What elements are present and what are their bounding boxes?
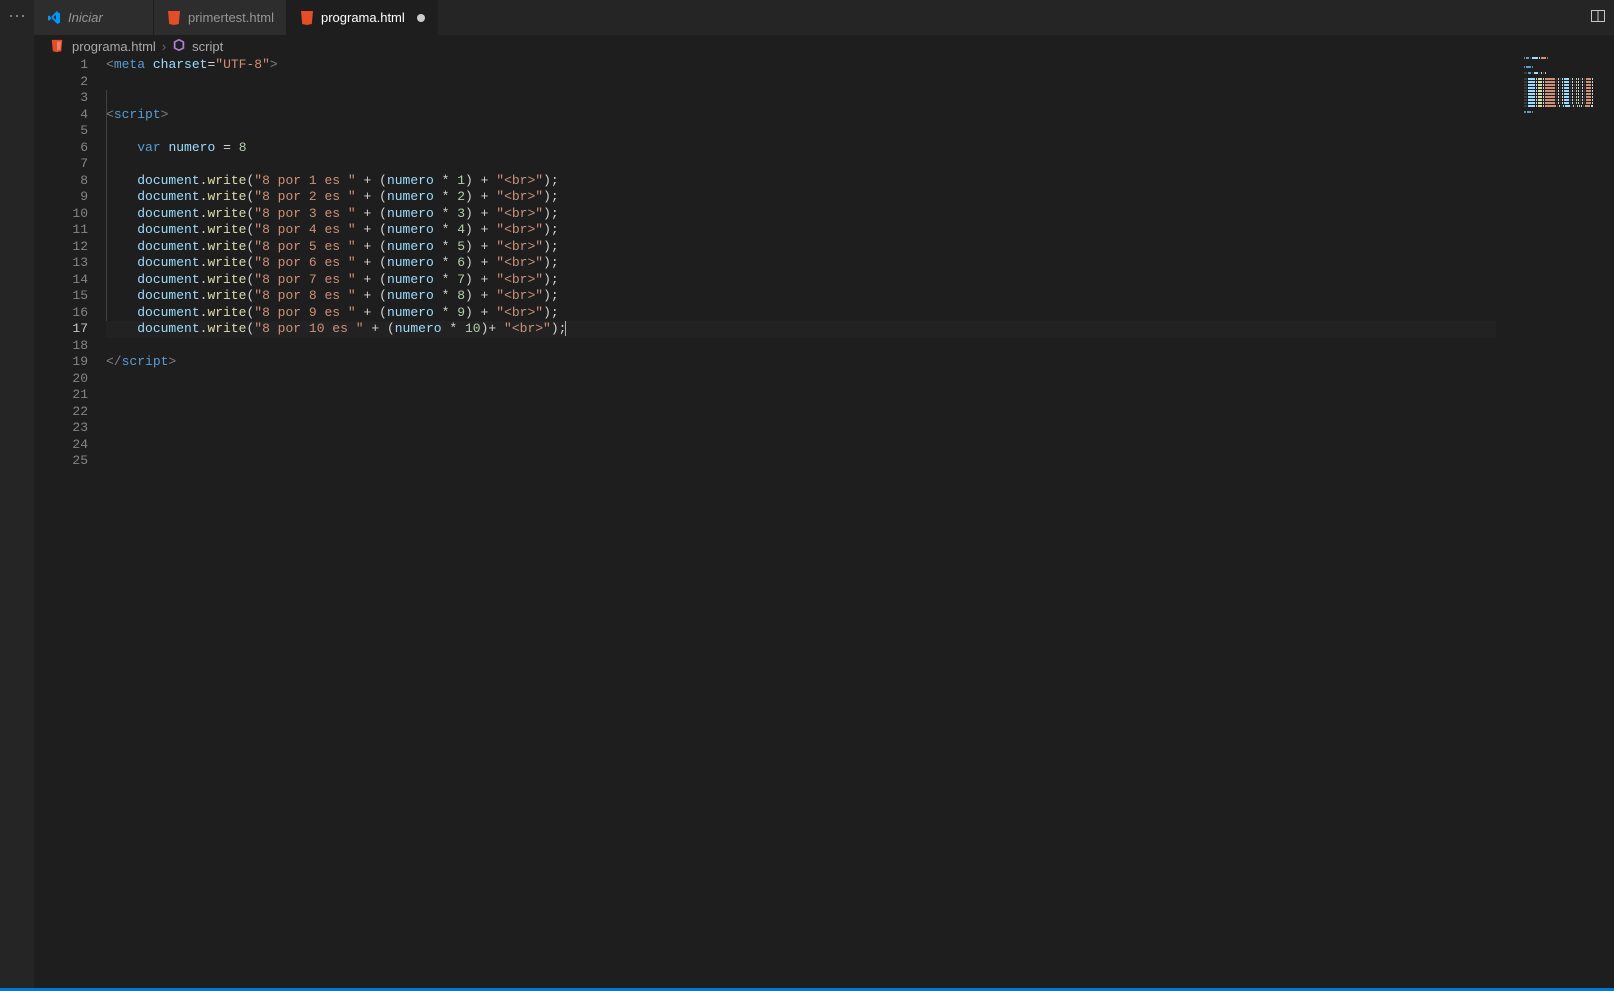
line-number: 19 [34, 354, 88, 371]
breadcrumb-file[interactable]: programa.html [72, 39, 156, 54]
line-number: 25 [34, 453, 88, 470]
tab-bar: Iniciar primertest.html programa.html [34, 0, 1614, 35]
line-number: 10 [34, 206, 88, 223]
html-file-icon [166, 10, 182, 26]
line-number-gutter: 1234567891011121314151617181920212223242… [34, 57, 106, 988]
line-number: 9 [34, 189, 88, 206]
code-line[interactable] [106, 437, 1496, 454]
code-line[interactable]: document.write("8 por 6 es " + (numero *… [106, 255, 1496, 272]
code-line[interactable] [106, 74, 1496, 91]
line-number: 18 [34, 338, 88, 355]
line-number: 11 [34, 222, 88, 239]
line-number: 16 [34, 305, 88, 322]
chevron-right-icon: › [162, 39, 166, 54]
dirty-indicator-icon [417, 14, 425, 22]
tab-actions [1582, 0, 1614, 35]
code-line[interactable] [106, 453, 1496, 470]
code-line[interactable]: document.write("8 por 7 es " + (numero *… [106, 272, 1496, 289]
breadcrumbs[interactable]: programa.html › script [34, 35, 1614, 57]
vertical-scrollbar[interactable] [1600, 57, 1614, 988]
line-number: 6 [34, 140, 88, 157]
tab-label: programa.html [321, 10, 405, 25]
code-line[interactable]: document.write("8 por 8 es " + (numero *… [106, 288, 1496, 305]
editor-group: Iniciar primertest.html programa.html prog… [34, 0, 1614, 988]
line-number: 13 [34, 255, 88, 272]
code-line[interactable] [106, 371, 1496, 388]
code-line[interactable] [106, 420, 1496, 437]
line-number: 24 [34, 437, 88, 454]
line-number: 2 [34, 74, 88, 91]
line-number: 1 [34, 57, 88, 74]
html-file-icon [50, 38, 66, 54]
code-editor[interactable]: 1234567891011121314151617181920212223242… [34, 57, 1614, 988]
code-line[interactable]: var numero = 8 [106, 140, 1496, 157]
code-content[interactable]: <meta charset="UTF-8"> <script> var numer… [106, 57, 1510, 988]
line-number: 14 [34, 272, 88, 289]
line-number: 12 [34, 239, 88, 256]
html-file-icon [299, 10, 315, 26]
code-line[interactable]: document.write("8 por 5 es " + (numero *… [106, 239, 1496, 256]
code-line[interactable]: document.write("8 por 10 es " + (numero … [106, 321, 1496, 338]
code-line[interactable] [106, 123, 1496, 140]
line-number: 3 [34, 90, 88, 107]
line-number: 21 [34, 387, 88, 404]
tab-label: Iniciar [68, 10, 103, 25]
line-number: 4 [34, 107, 88, 124]
line-number: 23 [34, 420, 88, 437]
text-cursor [565, 321, 566, 336]
code-line[interactable] [106, 404, 1496, 421]
code-line[interactable]: document.write("8 por 9 es " + (numero *… [106, 305, 1496, 322]
line-number: 22 [34, 404, 88, 421]
line-number: 15 [34, 288, 88, 305]
code-line[interactable] [106, 387, 1496, 404]
split-editor-icon[interactable] [1590, 8, 1606, 27]
code-line[interactable]: document.write("8 por 1 es " + (numero *… [106, 173, 1496, 190]
line-number: 17 [34, 321, 88, 338]
code-line[interactable] [106, 90, 1496, 107]
code-line[interactable] [106, 156, 1496, 173]
vscode-icon [46, 10, 62, 26]
tab-iniciar[interactable]: Iniciar [34, 0, 154, 35]
code-line[interactable]: document.write("8 por 2 es " + (numero *… [106, 189, 1496, 206]
breadcrumb-symbol[interactable]: script [192, 39, 223, 54]
more-icon[interactable]: ⋯ [8, 6, 26, 27]
code-line[interactable] [106, 338, 1496, 355]
code-line[interactable]: <meta charset="UTF-8"> [106, 57, 1496, 74]
code-line[interactable]: document.write("8 por 3 es " + (numero *… [106, 206, 1496, 223]
activity-bar: ⋯ [0, 0, 34, 988]
minimap[interactable] [1510, 57, 1600, 988]
indent-guide [106, 90, 107, 321]
line-number: 8 [34, 173, 88, 190]
code-line[interactable]: document.write("8 por 4 es " + (numero *… [106, 222, 1496, 239]
line-number: 20 [34, 371, 88, 388]
line-number: 5 [34, 123, 88, 140]
tab-primertest-html[interactable]: primertest.html [154, 0, 287, 35]
line-number: 7 [34, 156, 88, 173]
code-line[interactable]: <script> [106, 107, 1496, 124]
symbol-icon [172, 38, 186, 55]
tab-programa-html[interactable]: programa.html [287, 0, 438, 35]
code-line[interactable]: </script> [106, 354, 1496, 371]
tab-label: primertest.html [188, 10, 274, 25]
